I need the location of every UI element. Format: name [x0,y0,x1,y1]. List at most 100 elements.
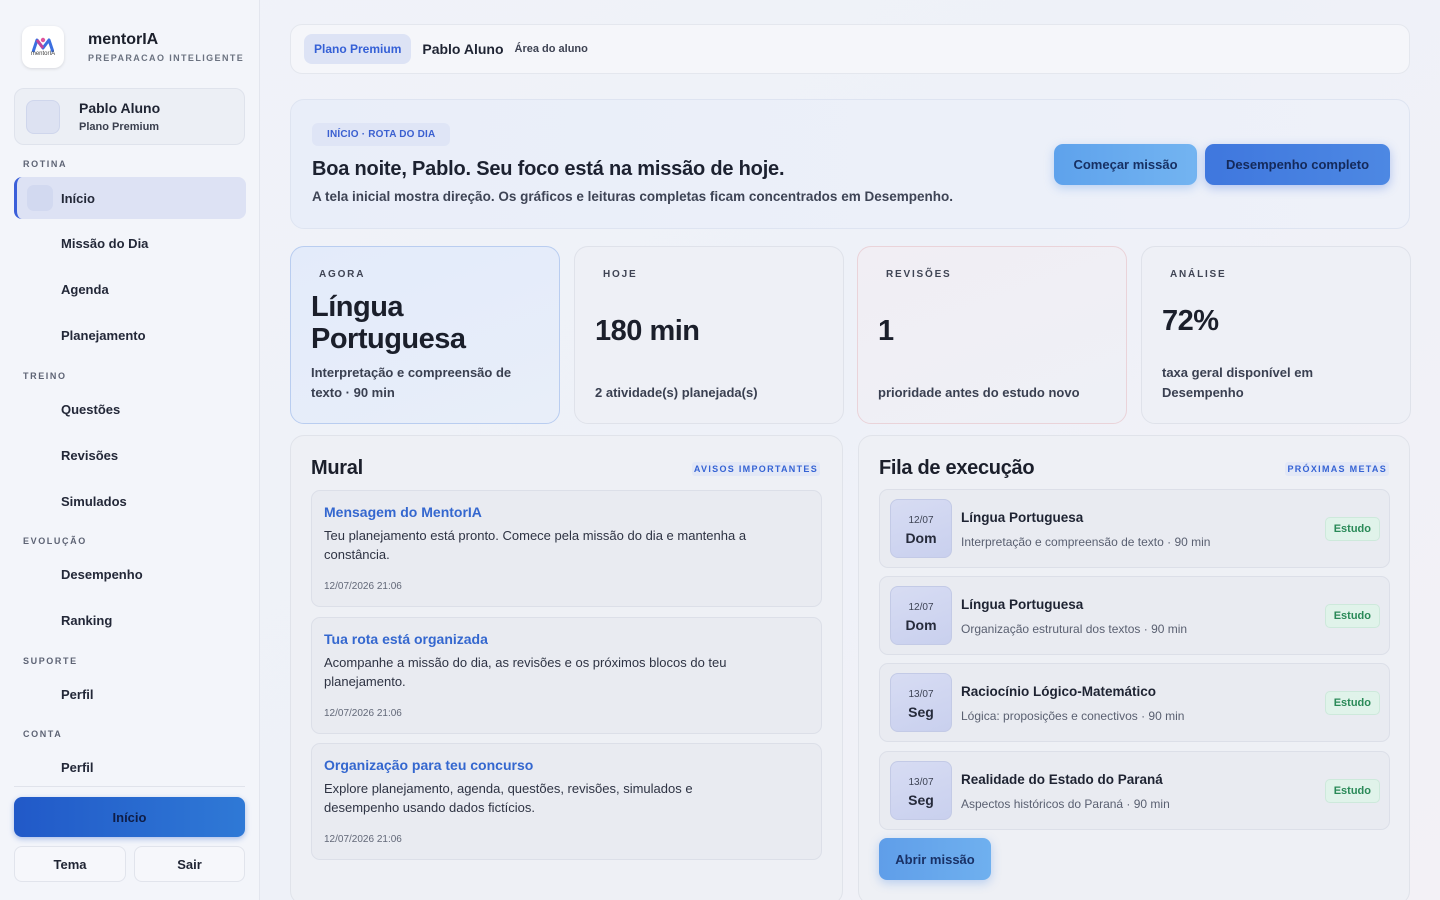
sidebar-item-perfil-suporte[interactable]: Perfil [14,673,246,715]
sidebar-item-label: Desempenho [61,566,143,582]
stat-label: HOJE [603,269,638,280]
message-date: 12/07/2026 21:06 [324,581,402,592]
queue-weekday: Seg [908,792,934,808]
section-label-rotina: ROTINA [23,159,68,169]
sidebar-item-agenda[interactable]: Agenda [14,268,246,310]
sidebar-item-label: Perfil [61,759,94,775]
sidebar-item-inicio[interactable]: Início [14,177,246,219]
message-body: Explore planejamento, agenda, questões, … [324,781,693,815]
sidebar-item-simulados[interactable]: Simulados [14,480,246,522]
page-title: Boa noite, Pablo. Seu foco está na missã… [312,158,785,180]
queue-item[interactable]: 12/07 Dom Língua Portuguesa Interpretaçã… [879,489,1390,568]
queue-date: 13/07 [908,689,934,700]
message-card[interactable]: Organização para teu concurso Explore pl… [311,743,822,860]
status-badge: Estudo [1324,691,1380,715]
sidebar-item-label: Questões [61,401,121,417]
date-badge: 13/07 Seg [890,761,952,820]
date-badge: 12/07 Dom [890,499,952,558]
stat-card-revisoes: REVISÕES 1 prioridade antes do estudo no… [857,246,1127,424]
queue-item-sub: Lógica: proposições e conectivos · 90 mi… [961,709,1185,723]
sidebar-item-revisoes[interactable]: Revisões [14,434,246,476]
message-body: Teu planejamento está pronto. Comece pel… [324,528,747,562]
logout-button[interactable]: Sair [134,846,245,882]
sidebar-item-label: Ranking [61,612,113,628]
sidebar-item-perfil-conta[interactable]: Perfil [14,746,246,788]
queue-item[interactable]: 12/07 Dom Língua Portuguesa Organização … [879,576,1390,655]
user-name: Pablo Aluno [79,100,161,116]
avatar [26,99,60,134]
queue-item-sub: Interpretação e compreensão de texto · 9… [961,535,1211,549]
stat-desc: Interpretação e compreensão de texto · 9… [311,365,512,400]
brand-name: mentorIA [88,31,159,48]
hero-subtitle: A tela inicial mostra direção. Os gráfic… [312,189,953,204]
stat-value: Língua Portuguesa [311,291,466,355]
stat-label: AGORA [319,269,366,280]
sidebar-item-label: Revisões [61,447,119,463]
full-performance-button[interactable]: Desempenho completo [1205,144,1390,185]
sidebar-item-planejamento[interactable]: Planejamento [14,314,246,356]
queue-item-title: Língua Portuguesa [961,510,1084,525]
message-card[interactable]: Mensagem do MentorIA Teu planejamento es… [311,490,822,607]
stat-value: 1 [878,315,894,347]
start-mission-button[interactable]: Começar missão [1054,144,1197,185]
date-badge: 13/07 Seg [890,673,952,732]
sidebar-item-missao-do-dia[interactable]: Missão do Dia [14,222,246,264]
sidebar-item-desempenho[interactable]: Desempenho [14,553,246,595]
queue-weekday: Dom [905,530,937,546]
theme-button[interactable]: Tema [14,846,126,882]
queue-item-sub: Organização estrutural dos textos · 90 m… [961,622,1188,636]
topbar: Plano Premium Pablo Aluno Área do aluno [290,24,1410,74]
sidebar-item-label: Início [61,190,95,206]
status-badge: Estudo [1324,604,1380,628]
queue-item[interactable]: 13/07 Seg Raciocínio Lógico-Matemático L… [879,663,1390,742]
plan-chip: Plano Premium [304,34,412,64]
section-label-evolucao: EVOLUÇÃO [23,536,87,546]
queue-item[interactable]: 13/07 Seg Realidade do Estado do Paraná … [879,751,1390,830]
message-card[interactable]: Tua rota está organizada Acompanhe a mis… [311,617,822,734]
stat-card-analise: ANÁLISE 72% taxa geral disponível em Des… [1141,246,1411,424]
nav-icon [27,185,53,211]
status-badge: Estudo [1324,779,1380,803]
stat-label: ANÁLISE [1170,269,1227,280]
user-card[interactable]: Pablo Aluno Plano Premium [14,88,245,145]
queue-date: 12/07 [908,602,934,613]
sidebar-item-label: Perfil [61,686,94,702]
mural-tag: AVISOS IMPORTANTES [691,462,820,476]
user-plan: Plano Premium [79,121,160,133]
brand-tagline: PREPARACAO INTELIGENTE [88,53,245,63]
mural-panel: Mural AVISOS IMPORTANTES Mensagem do Men… [290,435,843,900]
message-title: Organização para teu concurso [324,757,534,773]
stat-desc: 2 atividade(s) planejada(s) [595,385,758,400]
home-button[interactable]: Início [14,797,245,837]
logo-icon: mentorIA [22,26,64,68]
status-badge: Estudo [1324,517,1380,541]
sidebar: mentorIA mentorIA PREPARACAO INTELIGENTE… [0,0,260,900]
stat-desc: taxa geral disponível em Desempenho [1162,365,1314,400]
queue-date: 13/07 [908,777,934,788]
section-label-suporte: SUPORTE [23,656,78,666]
stat-card-hoje: HOJE 180 min 2 atividade(s) planejada(s) [574,246,844,424]
message-date: 12/07/2026 21:06 [324,708,402,719]
sidebar-item-questoes[interactable]: Questões [14,388,246,430]
open-mission-button[interactable]: Abrir missão [879,838,991,880]
queue-item-sub: Aspectos históricos do Paraná · 90 min [961,797,1170,811]
queue-item-title: Língua Portuguesa [961,597,1084,612]
topbar-area: Área do aluno [514,43,588,55]
queue-tag: PRÓXIMAS METAS [1285,462,1389,476]
message-title: Tua rota está organizada [324,631,488,647]
queue-item-title: Raciocínio Lógico-Matemático [961,684,1157,699]
queue-weekday: Dom [905,617,937,633]
divider [14,786,245,787]
queue-panel: Fila de execução PRÓXIMAS METAS 12/07 Do… [858,435,1410,900]
brand[interactable]: mentorIA mentorIA PREPARACAO INTELIGENTE [22,26,244,68]
queue-date: 12/07 [908,515,934,526]
stat-label: REVISÕES [886,269,952,280]
sidebar-item-label: Missão do Dia [61,235,149,251]
message-date: 12/07/2026 21:06 [324,834,402,845]
queue-item-title: Realidade do Estado do Paraná [961,772,1163,787]
sidebar-item-ranking[interactable]: Ranking [14,599,246,641]
queue-title: Fila de execução [879,457,1035,479]
stat-desc: prioridade antes do estudo novo [878,385,1080,400]
sidebar-item-label: Simulados [61,493,127,509]
mural-title: Mural [311,457,363,479]
